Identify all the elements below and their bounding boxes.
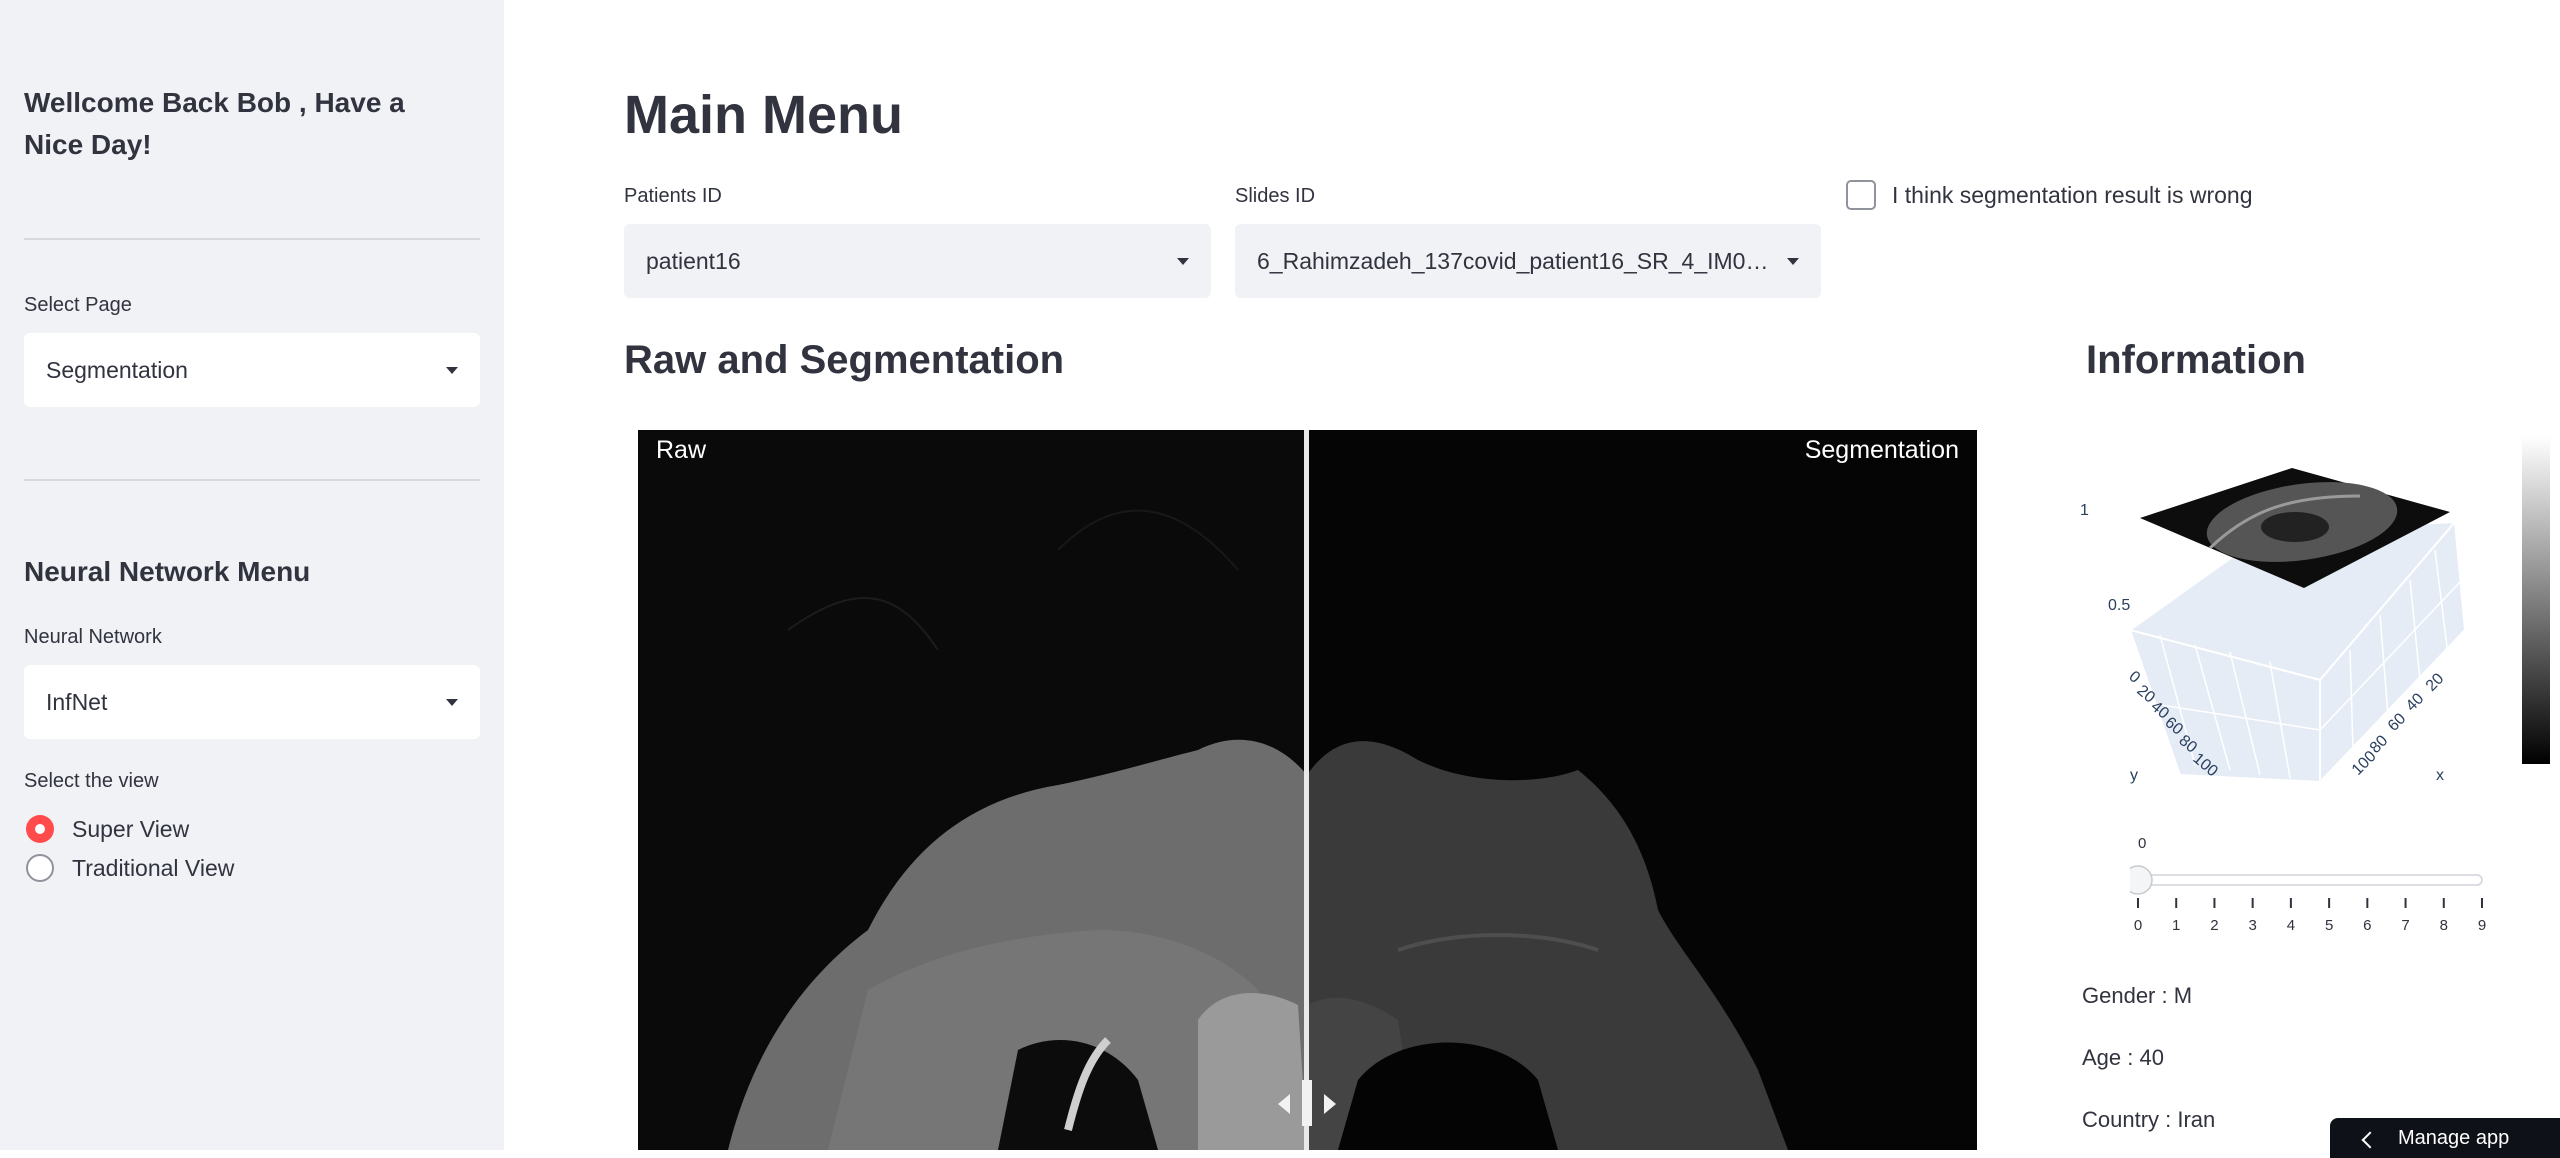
patients-id-label: Patients ID [624,185,722,207]
slider-tick-label: 5 [2325,917,2333,934]
neural-network-menu-heading: Neural Network Menu [24,556,311,587]
radio-unselected-icon [26,854,54,882]
manage-app-button[interactable]: Manage app [2330,1118,2560,1158]
patients-id-value: patient16 [646,247,741,274]
chevron-down-icon [446,698,458,706]
information-heading: Information [2086,338,2306,382]
axis-title: x [2436,767,2444,784]
select-page-value: Segmentation [46,356,188,383]
radio-super-view[interactable]: Super View [26,815,189,843]
image-comparison-viewer[interactable]: Raw Segmentation [638,430,1977,1150]
chevron-down-icon [446,366,458,374]
slice-slider[interactable]: 0 0 1 2 3 4 5 6 7 8 9 [2130,830,2490,940]
colorbar [2522,436,2550,764]
wrong-segmentation-checkbox[interactable]: I think segmentation result is wrong [1846,180,2253,210]
arrow-left-icon [1278,1094,1290,1114]
slider-tick-label: 3 [2248,917,2256,934]
slider-tick-label: 4 [2287,917,2295,934]
chevron-left-icon [2361,1131,2379,1149]
radio-selected-icon [26,815,54,843]
sidebar-divider [24,479,480,481]
segmentation-label: Segmentation [1804,436,1959,464]
slider-tick-label: 9 [2478,917,2486,934]
axis-tick: 40 [2403,690,2428,715]
slides-id-value: 6_Rahimzadeh_137covid_patient16_SR_4_IM0… [1257,247,1771,274]
sidebar-divider [24,238,480,240]
neural-network-label: Neural Network [24,626,162,648]
checkbox-label: I think segmentation result is wrong [1892,181,2253,208]
patients-id-dropdown[interactable]: patient16 [624,224,1211,298]
page-title: Main Menu [624,85,903,145]
neural-network-value: InfNet [46,688,108,715]
radio-traditional-view[interactable]: Traditional View [26,854,234,882]
select-page-dropdown[interactable]: Segmentation [24,333,480,407]
axis-title: y [2130,767,2138,784]
neural-network-dropdown[interactable]: InfNet [24,665,480,739]
manage-app-label: Manage app [2398,1126,2510,1149]
country-info: Country : Iran [2082,1107,2216,1132]
select-view-label: Select the view [24,770,159,792]
slider-tick-label: 6 [2363,917,2371,934]
raw-label: Raw [656,436,707,464]
radio-label: Traditional View [72,854,235,881]
sidebar: Wellcome Back Bob , Have a Nice Day! Sel… [0,0,504,1150]
radio-label: Super View [72,815,190,842]
3d-surface-plot[interactable]: 1 0.5 0 20 40 60 80 100 y 20 40 60 80 10… [2070,430,2560,790]
slider-thumb[interactable] [2130,865,2153,895]
slider-tick-label: 2 [2210,917,2218,934]
slider-current-value: 0 [2138,835,2146,852]
select-page-label: Select Page [24,294,132,316]
comparison-divider[interactable] [1304,430,1309,1150]
arrow-right-icon [1324,1094,1336,1114]
slider-tick-label: 7 [2401,917,2409,934]
raw-segmentation-heading: Raw and Segmentation [624,338,1065,382]
chevron-down-icon [1787,257,1799,265]
slider-tick-label: 1 [2172,917,2180,934]
slides-id-dropdown[interactable]: 6_Rahimzadeh_137covid_patient16_SR_4_IM0… [1235,224,1821,298]
z-tick: 0.5 [2108,597,2130,614]
slides-id-label: Slides ID [1235,185,1316,207]
comparison-slider-handle[interactable] [1278,1080,1336,1126]
slider-track[interactable] [2137,874,2483,886]
handle-bar [1302,1080,1312,1126]
chevron-down-icon [1177,257,1189,265]
checkbox-box[interactable] [1846,180,1876,210]
age-info: Age : 40 [2082,1045,2164,1070]
gender-info: Gender : M [2082,983,2193,1008]
welcome-message: Wellcome Back Bob , Have a Nice Day! [24,87,405,160]
slider-tick-label: 0 [2134,917,2142,934]
slider-tick-label: 8 [2440,917,2448,934]
axis-tick: 0 [2125,668,2143,687]
z-tick: 1 [2080,502,2089,519]
axis-tick: 20 [2423,670,2448,695]
